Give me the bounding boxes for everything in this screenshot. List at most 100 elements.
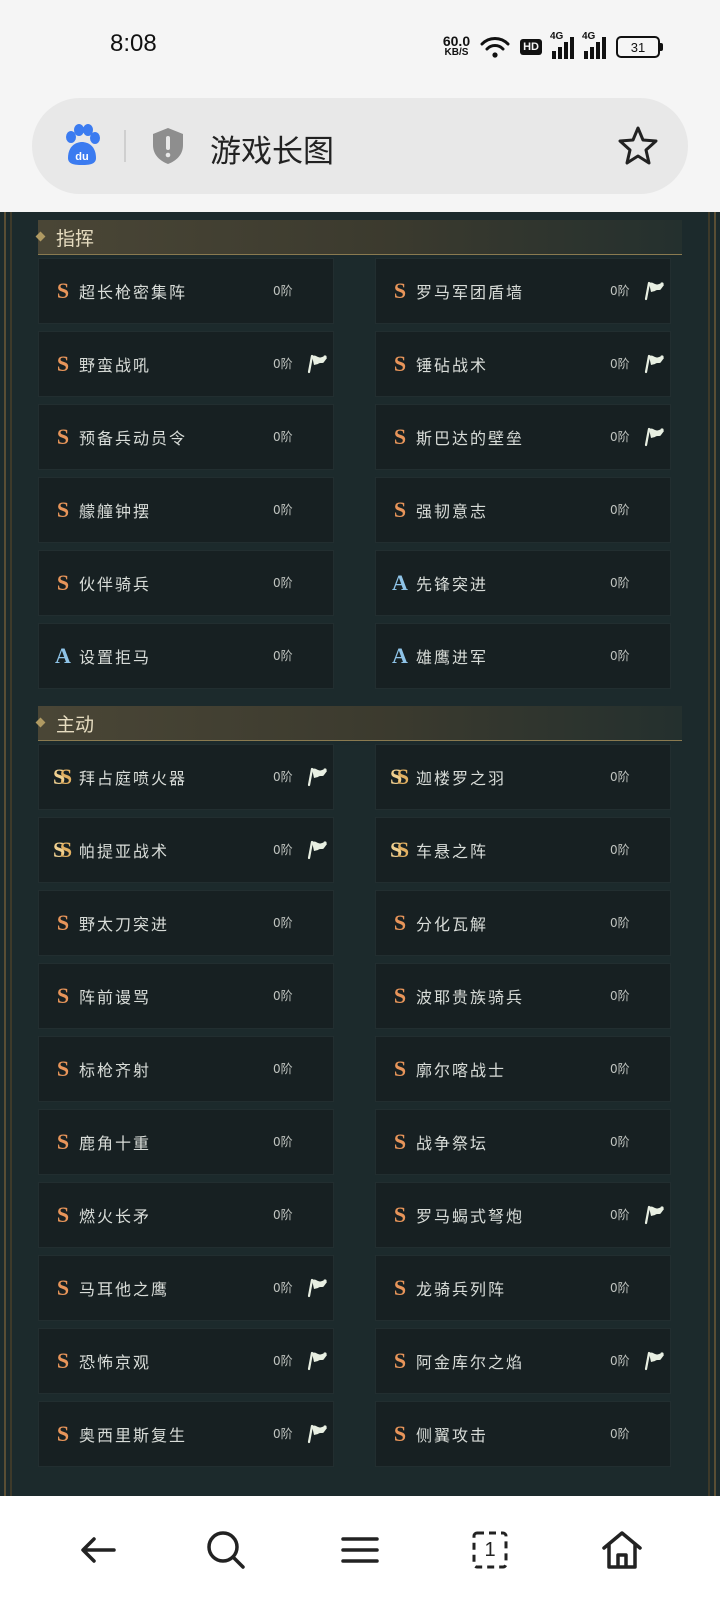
search-button[interactable] (202, 1526, 250, 1574)
skill-card[interactable]: S S 拜占庭喷火器 0阶 (38, 744, 334, 810)
grade-s-badge: S (393, 1348, 407, 1373)
skill-name: 野蛮战吼 (79, 356, 152, 375)
skill-card[interactable]: S 阵前谩骂 0阶 (38, 963, 334, 1029)
grade-ss-badge: SS (390, 837, 410, 862)
flag-icon (305, 765, 329, 787)
grade-s-badge: S (393, 497, 407, 522)
skill-level: 0阶 (610, 916, 630, 930)
skill-name: 锤砧战术 (416, 356, 489, 375)
skill-card[interactable]: S 超长枪密集阵 0阶 (38, 258, 334, 324)
header-diamond-icon (35, 717, 46, 728)
shield-icon[interactable] (150, 126, 186, 166)
skill-card[interactable]: A 雄鹰进军 0阶 (375, 623, 671, 689)
skill-card[interactable]: S 龙骑兵列阵 0阶 (375, 1255, 671, 1321)
skill-level: 0阶 (273, 576, 293, 590)
skill-card[interactable]: S 马耳他之鹰 0阶 (38, 1255, 334, 1321)
grade-s-badge: S (393, 910, 407, 935)
skill-card[interactable]: S S 迦楼罗之羽 0阶 (375, 744, 671, 810)
skill-name: 罗马蝎式弩炮 (416, 1207, 525, 1226)
skill-level: 0阶 (273, 284, 293, 298)
flag-icon (305, 1422, 329, 1444)
grade-s-badge: S (56, 1202, 70, 1227)
section-title: 主动 (56, 714, 95, 736)
skill-level: 0阶 (273, 503, 293, 517)
grade-s-badge: S (393, 1421, 407, 1446)
grade-s-badge: S (56, 497, 70, 522)
skill-list-page[interactable]: 指挥 S 超长枪密集阵 0阶 S 罗马军团盾墙 0阶 S 野蛮战吼 0阶 S 锤砧战术 0阶 S 预备兵动员… (0, 212, 720, 1496)
skill-card[interactable]: S 燃火长矛 0阶 (38, 1182, 334, 1248)
skill-card[interactable]: S 罗马军团盾墙 0阶 (375, 258, 671, 324)
skill-name: 马耳他之鹰 (79, 1280, 170, 1299)
skill-level: 0阶 (273, 843, 293, 857)
skill-card[interactable]: S 分化瓦解 0阶 (375, 890, 671, 956)
grade-a-badge: A (55, 643, 71, 668)
skill-card[interactable]: S 廓尔喀战士 0阶 (375, 1036, 671, 1102)
status-indicators: 60.0 KB/S HD 4G 4G 31 (443, 31, 663, 60)
skill-level: 0阶 (273, 1135, 293, 1149)
skill-card[interactable]: S 锤砧战术 0阶 (375, 331, 671, 397)
skill-card[interactable]: S 恐怖京观 0阶 (38, 1328, 334, 1394)
grade-s-badge: S (56, 1129, 70, 1154)
skill-card[interactable]: S 预备兵动员令 0阶 (38, 404, 334, 470)
skill-level: 0阶 (610, 1427, 630, 1441)
skill-card[interactable]: S 斯巴达的壁垒 0阶 (375, 404, 671, 470)
skill-level: 0阶 (273, 649, 293, 663)
flag-icon (642, 425, 666, 447)
page-title[interactable]: 游戏长图 (210, 126, 334, 171)
skill-card[interactable]: S 艨艟钟摆 0阶 (38, 477, 334, 543)
skill-level: 0阶 (273, 1208, 293, 1222)
grade-s-badge: S (56, 278, 70, 303)
header-diamond-icon (35, 231, 46, 242)
skill-card[interactable]: S 阿金库尔之焰 0阶 (375, 1328, 671, 1394)
skill-card[interactable]: S 鹿角十重 0阶 (38, 1109, 334, 1175)
skill-level: 0阶 (610, 1208, 630, 1222)
skill-level: 0阶 (273, 430, 293, 444)
skill-card[interactable]: S 波耶贵族骑兵 0阶 (375, 963, 671, 1029)
skill-card[interactable]: S 野太刀突进 0阶 (38, 890, 334, 956)
skill-card[interactable]: S 强韧意志 0阶 (375, 477, 671, 543)
skill-level: 0阶 (610, 989, 630, 1003)
skill-level: 0阶 (273, 1062, 293, 1076)
skill-card[interactable]: S 野蛮战吼 0阶 (38, 331, 334, 397)
skill-name: 廓尔喀战士 (416, 1061, 507, 1080)
grade-s-badge: S (393, 278, 407, 303)
skill-card[interactable]: S 罗马蝎式弩炮 0阶 (375, 1182, 671, 1248)
skill-card[interactable]: S 伙伴骑兵 0阶 (38, 550, 334, 616)
battery-indicator: 31 (616, 36, 663, 58)
back-button[interactable] (74, 1526, 122, 1574)
skill-level: 0阶 (273, 357, 293, 371)
skill-level: 0阶 (610, 649, 630, 663)
tabs-button[interactable]: 1 (466, 1526, 514, 1574)
star-icon[interactable] (616, 124, 660, 168)
skill-card[interactable]: S S 车悬之阵 0阶 (375, 817, 671, 883)
menu-button[interactable] (336, 1526, 384, 1574)
skill-name: 雄鹰进军 (416, 648, 489, 667)
skill-name: 拜占庭喷火器 (79, 769, 188, 788)
grade-s-badge: S (56, 1421, 70, 1446)
grade-s-badge: S (56, 910, 70, 935)
status-bar: 8:08 60.0 KB/S HD 4G 4G 31 (0, 0, 720, 96)
skill-card[interactable]: S S 帕提亚战术 0阶 (38, 817, 334, 883)
grade-s-badge: S (393, 424, 407, 449)
skill-level: 0阶 (610, 503, 630, 517)
skill-card[interactable]: S 侧翼攻击 0阶 (375, 1401, 671, 1467)
skill-card[interactable]: A 设置拒马 0阶 (38, 623, 334, 689)
baidu-paw-icon[interactable]: du (62, 124, 102, 166)
skill-card[interactable]: A 先锋突进 0阶 (375, 550, 671, 616)
grade-ss-badge: SS (53, 837, 73, 862)
back-arrow-icon (81, 1537, 116, 1563)
tabs-count: 1 (484, 1538, 496, 1561)
signal-strength-2: 4G (582, 31, 606, 59)
skill-level: 0阶 (610, 1135, 630, 1149)
address-divider (124, 130, 126, 162)
skill-card[interactable]: S 战争祭坛 0阶 (375, 1109, 671, 1175)
flag-icon (642, 279, 666, 301)
skill-level: 0阶 (610, 357, 630, 371)
address-bar[interactable]: du 游戏长图 (32, 98, 688, 194)
grade-s-badge: S (56, 1275, 70, 1300)
home-button[interactable] (598, 1526, 646, 1574)
skill-name: 迦楼罗之羽 (416, 769, 507, 788)
skill-card[interactable]: S 奥西里斯复生 0阶 (38, 1401, 334, 1467)
grade-s-badge: S (56, 424, 70, 449)
skill-card[interactable]: S 标枪齐射 0阶 (38, 1036, 334, 1102)
